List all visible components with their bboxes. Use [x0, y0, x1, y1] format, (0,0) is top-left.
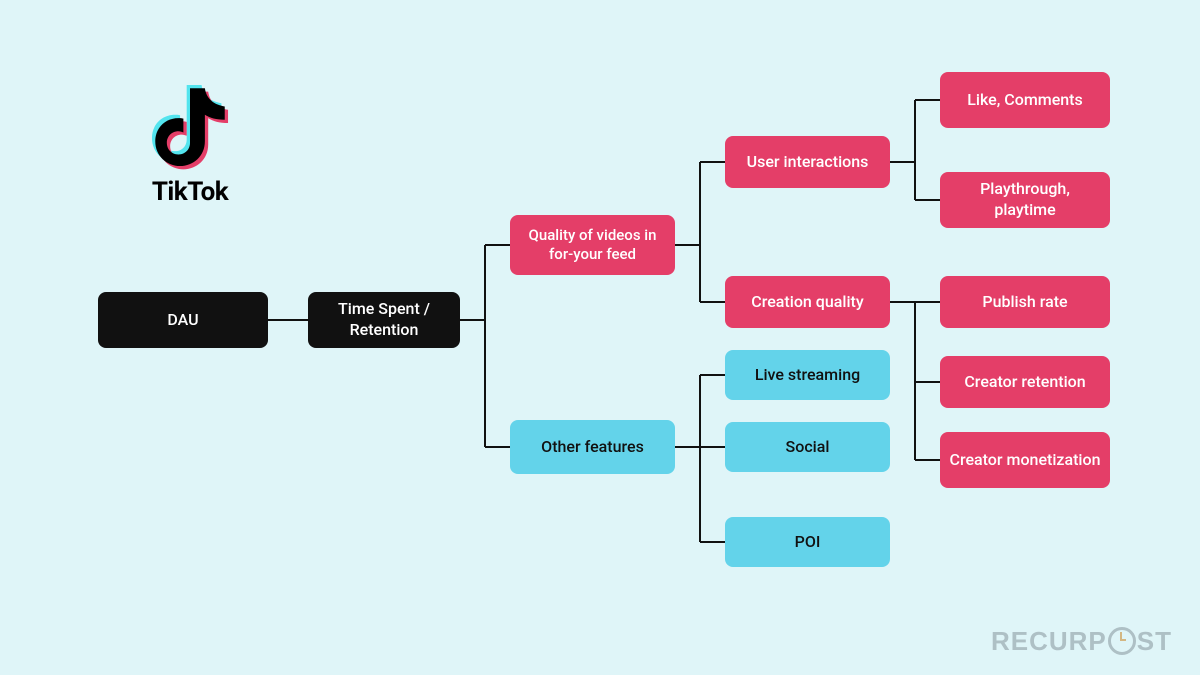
node-quality-videos: Quality of videos in for-your feed [510, 215, 675, 275]
node-social: Social [725, 422, 890, 472]
node-like-comments: Like, Comments [940, 72, 1110, 128]
node-time-spent-retention: Time Spent / Retention [308, 292, 460, 348]
recurpost-watermark: RECURP ST [991, 626, 1172, 657]
node-creator-retention: Creator retention [940, 356, 1110, 408]
node-dau: DAU [98, 292, 268, 348]
node-other-features: Other features [510, 420, 675, 474]
tiktok-wordmark: TikTok [130, 177, 250, 207]
diagram-canvas: TikTok [0, 0, 1200, 675]
watermark-pre: RECURP [991, 626, 1107, 657]
node-creation-quality: Creation quality [725, 276, 890, 328]
tiktok-logo: TikTok [130, 85, 250, 207]
tiktok-note-icon [150, 85, 230, 171]
node-poi: POI [725, 517, 890, 567]
node-user-interactions: User interactions [725, 136, 890, 188]
watermark-post: ST [1137, 626, 1172, 657]
node-creator-monetization: Creator monetization [940, 432, 1110, 488]
clock-icon [1108, 627, 1136, 655]
node-playthrough-playtime: Playthrough, playtime [940, 172, 1110, 228]
node-publish-rate: Publish rate [940, 276, 1110, 328]
node-live-streaming: Live streaming [725, 350, 890, 400]
